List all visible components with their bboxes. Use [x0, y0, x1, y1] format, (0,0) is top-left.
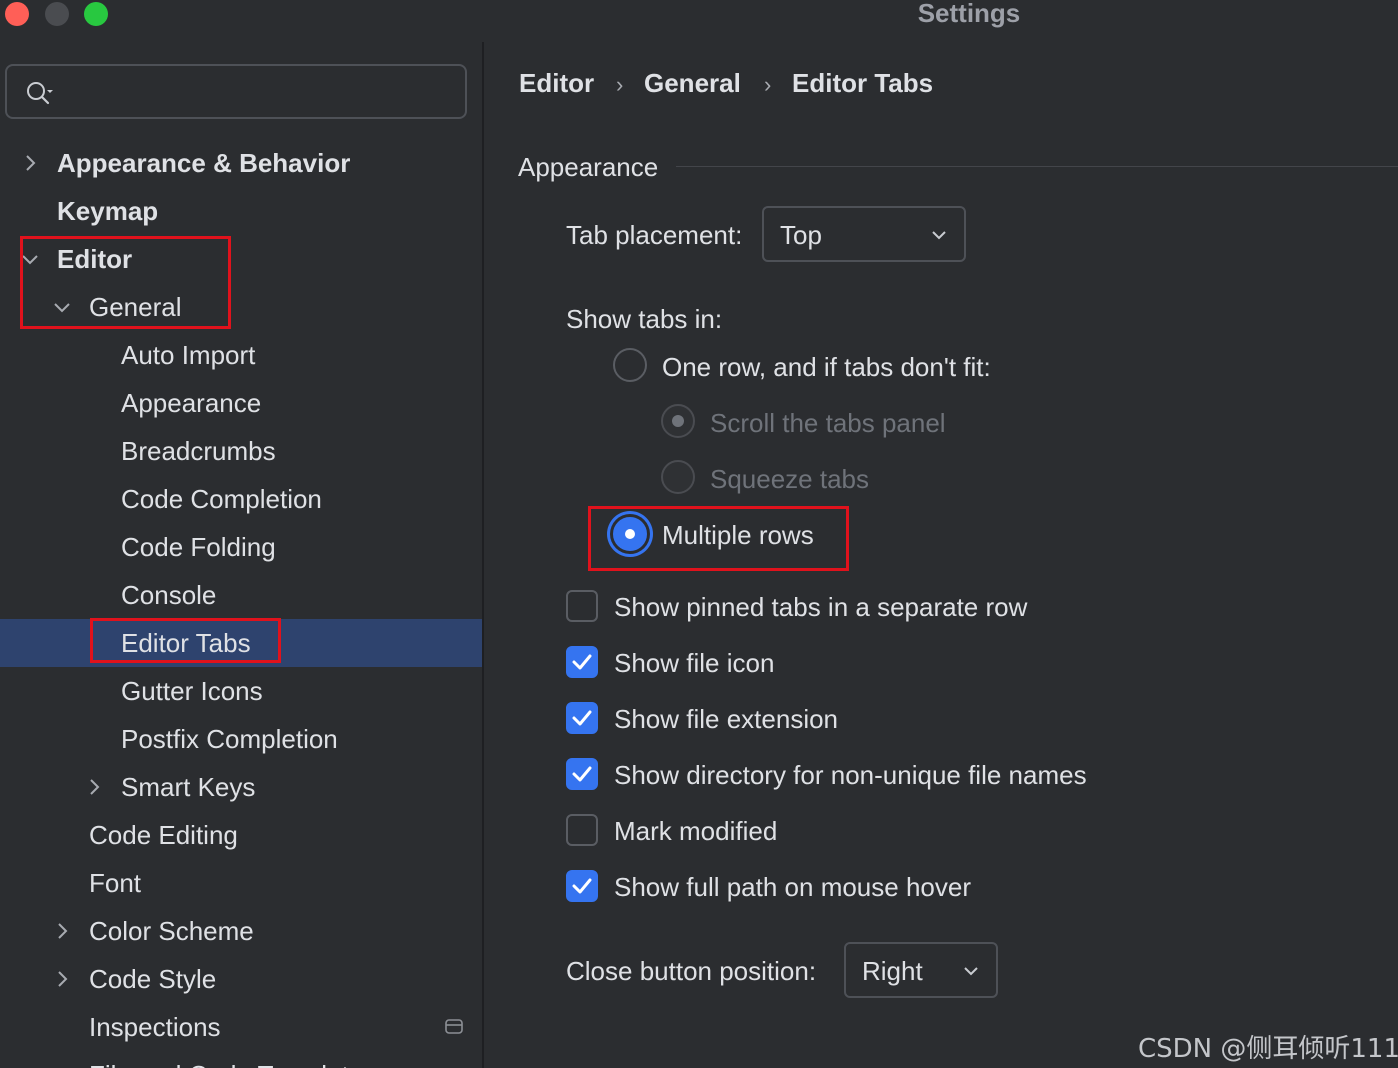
sidebar-item-code-editing[interactable]: Code Editing [0, 811, 482, 859]
checkbox-label[interactable]: Show full path on mouse hover [614, 872, 971, 903]
sidebar-item-label: Postfix Completion [121, 724, 338, 754]
sidebar-item-label: Color Scheme [89, 916, 254, 946]
sidebar-item-smart-keys[interactable]: Smart Keys [0, 763, 482, 811]
dropdown-value: Top [780, 220, 822, 250]
chevron-right-icon [90, 779, 100, 795]
radio-scroll-tabs-panel[interactable] [661, 404, 695, 438]
checkbox-label[interactable]: Mark modified [614, 816, 777, 847]
radio-squeeze-tabs-label[interactable]: Squeeze tabs [710, 464, 869, 495]
sidebar-item-breadcrumbs[interactable]: Breadcrumbs [0, 427, 482, 475]
checkbox-mark-modified[interactable] [566, 814, 598, 846]
sidebar-item-appearance[interactable]: Appearance [0, 379, 482, 427]
sidebar-item-label: Editor Tabs [121, 628, 251, 658]
sidebar-item-editor-tabs[interactable]: Editor Tabs [0, 619, 482, 667]
sidebar-item-label: Appearance [121, 388, 262, 418]
sidebar-item-code-style[interactable]: Code Style [0, 955, 482, 1003]
sidebar-item-general[interactable]: General [0, 283, 482, 331]
sidebar-item-label: Console [121, 580, 217, 610]
checkmark-icon [572, 766, 592, 782]
radio-one-row-label[interactable]: One row, and if tabs don't fit: [662, 352, 991, 383]
sidebar-item-font[interactable]: Font [0, 859, 482, 907]
sidebar-item-label: Code Completion [121, 484, 322, 514]
breadcrumb-item[interactable]: Editor [519, 68, 594, 99]
title-bar: Settings [0, 0, 1398, 34]
breadcrumb-item[interactable]: General [644, 68, 741, 99]
sidebar-item-postfix-completion[interactable]: Postfix Completion [0, 715, 482, 763]
chevron-down-icon [22, 255, 38, 265]
checkbox-label[interactable]: Show directory for non-unique file names [614, 760, 1087, 791]
radio-scroll-tabs-panel-label[interactable]: Scroll the tabs panel [710, 408, 946, 439]
sidebar-item-label: Code Folding [121, 532, 276, 562]
checkbox-label[interactable]: Show pinned tabs in a separate row [614, 592, 1027, 623]
sidebar-item-label: Inspections [89, 1012, 221, 1042]
section-divider [676, 166, 1398, 167]
sidebar-item-label: Font [89, 868, 142, 898]
sidebar-item-auto-import[interactable]: Auto Import [0, 331, 482, 379]
tab-placement-dropdown[interactable]: Top [762, 206, 966, 262]
sidebar-item-label: Code Style [89, 964, 217, 994]
show-tabs-in-label: Show tabs in: [566, 304, 723, 334]
checkbox-label[interactable]: Show file icon [614, 648, 774, 679]
sidebar-item-label: Appearance & Behavior [57, 148, 351, 178]
radio-one-row[interactable] [613, 348, 647, 382]
chevron-right-icon [58, 923, 68, 939]
radio-squeeze-tabs[interactable] [661, 460, 695, 494]
chevron-right-icon [58, 971, 68, 987]
checkbox-show-directory-non-unique[interactable] [566, 758, 598, 790]
dropdown-value: Right [862, 956, 923, 986]
chevron-right-icon [26, 155, 36, 171]
sidebar-item-label: File and Code Templates [89, 1051, 376, 1068]
checkmark-icon [572, 654, 592, 670]
chevron-down-icon [964, 967, 978, 976]
checkbox-show-full-path-hover[interactable] [566, 870, 598, 902]
section-title: Appearance [518, 152, 659, 182]
radio-multiple-rows[interactable] [613, 517, 647, 551]
breadcrumb-separator: › [616, 72, 624, 97]
breadcrumb-separator: › [764, 72, 772, 97]
sidebar-item-label: Auto Import [121, 340, 256, 370]
watermark-text: CSDN @侧耳倾听111 [1138, 1034, 1398, 1064]
sidebar-item-editor[interactable]: Editor [0, 235, 482, 283]
sidebar-item-gutter-icons[interactable]: Gutter Icons [0, 667, 482, 715]
settings-content: Editor › General › Editor Tabs Appearanc… [486, 42, 1398, 1068]
sidebar-item-color-scheme[interactable]: Color Scheme [0, 907, 482, 955]
window-title: Settings [917, 0, 1021, 28]
tab-placement-label: Tab placement: [566, 220, 743, 250]
sidebar-item-keymap[interactable]: Keymap [0, 187, 482, 235]
sidebar-item-label: Keymap [57, 196, 159, 226]
sidebar-item-label: Code Editing [89, 820, 238, 850]
project-settings-icon [445, 1019, 463, 1034]
settings-sidebar: Appearance & Behavior Keymap Editor Gene… [0, 42, 484, 1068]
search-input[interactable] [5, 64, 467, 119]
sidebar-item-inspections[interactable]: Inspections [0, 1003, 482, 1051]
sidebar-item-label: General [89, 292, 182, 322]
sidebar-item-console[interactable]: Console [0, 571, 482, 619]
checkmark-icon [572, 878, 592, 894]
chevron-down-icon [932, 231, 946, 240]
sidebar-item-label: Gutter Icons [121, 676, 263, 706]
sidebar-item-label: Smart Keys [121, 772, 256, 802]
sidebar-item-label: Breadcrumbs [121, 436, 276, 466]
checkbox-label[interactable]: Show file extension [614, 704, 838, 735]
chevron-down-icon [54, 303, 70, 313]
radio-multiple-rows-label[interactable]: Multiple rows [662, 520, 814, 551]
sidebar-item-file-and-code-templates[interactable]: File and Code Templates [0, 1051, 482, 1068]
sidebar-item-appearance-behavior[interactable]: Appearance & Behavior [0, 139, 482, 187]
sidebar-item-label: Editor [57, 244, 133, 274]
checkmark-icon [572, 710, 592, 726]
checkbox-show-file-icon[interactable] [566, 646, 598, 678]
close-button-position-dropdown[interactable]: Right [844, 942, 998, 998]
sidebar-item-code-folding[interactable]: Code Folding [0, 523, 482, 571]
search-icon [27, 82, 53, 105]
close-button-position-label: Close button position: [566, 956, 817, 986]
sidebar-item-code-completion[interactable]: Code Completion [0, 475, 482, 523]
checkbox-show-file-extension[interactable] [566, 702, 598, 734]
checkbox-show-pinned-tabs-separate-row[interactable] [566, 590, 598, 622]
breadcrumb-item: Editor Tabs [792, 68, 934, 98]
